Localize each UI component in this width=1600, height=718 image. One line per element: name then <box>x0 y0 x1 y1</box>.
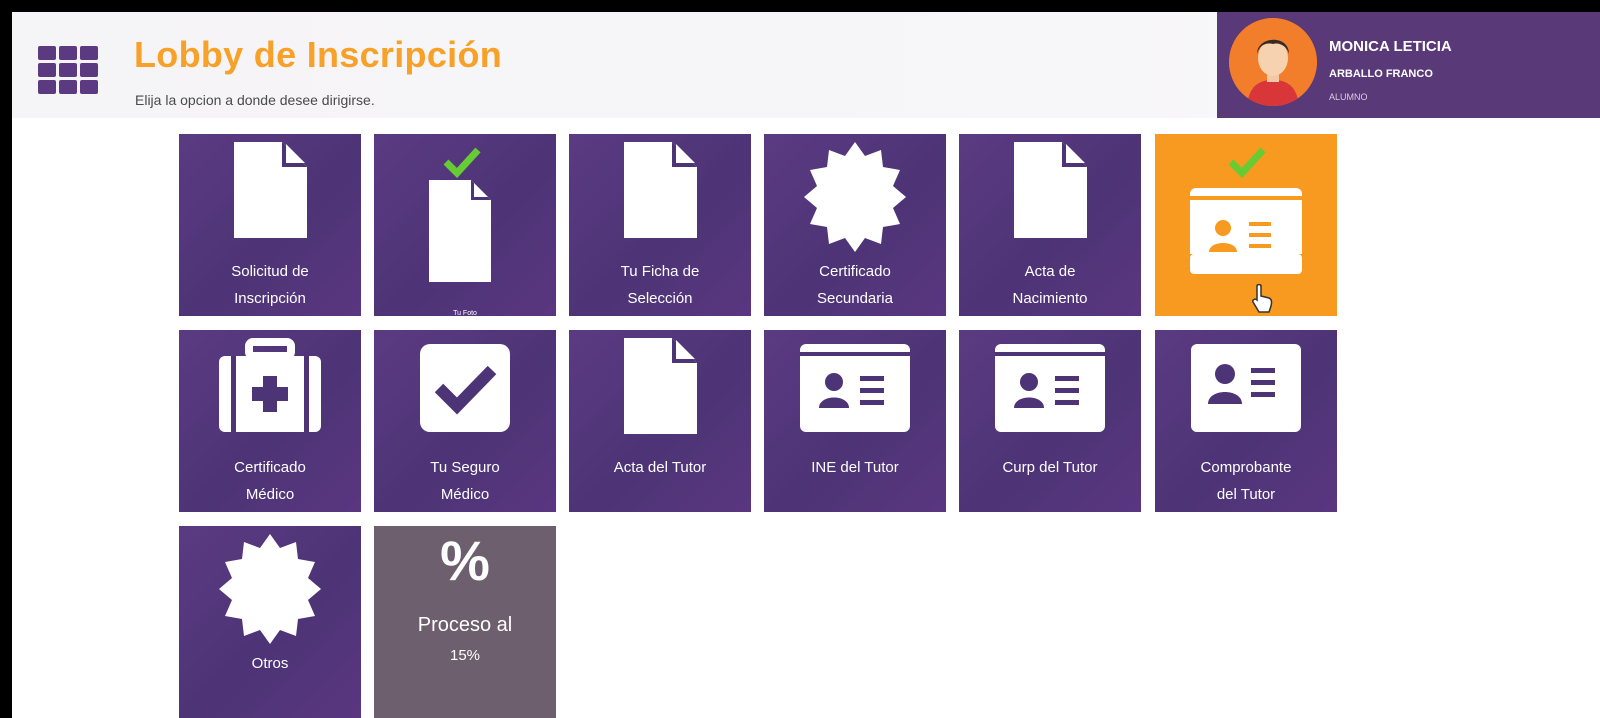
tile-label: Nacimiento <box>1012 290 1088 307</box>
tile-label: del Tutor <box>1216 486 1276 503</box>
tile-label: Acta del Tutor <box>613 459 707 476</box>
page-title: Lobby de Inscripción <box>134 34 503 75</box>
tile-label: Comprobante <box>1200 459 1292 476</box>
tile-ine-tutor[interactable]: INE del Tutor <box>764 330 946 512</box>
tile-acta-nacimiento[interactable]: Acta de Nacimiento <box>959 134 1141 316</box>
user-role: ALUMNO <box>1329 92 1368 102</box>
tile-certificado-medico[interactable]: Certificado Médico <box>179 330 361 512</box>
tile-ficha-seleccion[interactable]: Tu Ficha de Selección <box>569 134 751 316</box>
tile-label: Solicitud de <box>231 263 309 280</box>
document-icon <box>429 180 491 254</box>
page-subtitle: Elija la opcion a donde desee dirigirse. <box>135 92 375 108</box>
document-icon <box>1014 142 1087 238</box>
tile-id-card-selected[interactable] <box>1155 134 1337 316</box>
tile-label: INE del Tutor <box>811 459 899 476</box>
tile-label: Médico <box>440 486 490 503</box>
tile-label: Tu Seguro <box>430 459 500 476</box>
percent-icon: % <box>440 529 490 592</box>
cursor-hand-icon <box>1252 284 1273 313</box>
document-icon <box>624 142 697 238</box>
tile-label: Certificado <box>819 263 891 280</box>
tile-label: Otros <box>251 655 289 672</box>
user-avatar-icon <box>1229 18 1317 106</box>
tile-label: Acta de <box>1024 263 1076 280</box>
progress-value: 15% <box>449 647 481 664</box>
tile-label: Secundaria <box>817 290 893 307</box>
user-last-names: ARBALLO FRANCO <box>1329 68 1433 80</box>
user-profile[interactable]: MONICA LETICIA ARBALLO FRANCO ALUMNO <box>1217 12 1600 118</box>
tile-curp-tutor[interactable]: Curp del Tutor <box>959 330 1141 512</box>
tile-label: Inscripción <box>234 290 306 307</box>
progress-label: Proceso al <box>417 614 513 636</box>
tile-label: Tu Foto <box>453 310 477 317</box>
id-card-icon <box>800 344 910 432</box>
certificate-seal-icon <box>219 534 321 644</box>
document-icon <box>624 338 697 434</box>
id-card-details <box>1209 220 1271 252</box>
checkbox-icon <box>420 344 510 432</box>
tile-solicitud-inscripcion[interactable]: Solicitud de Inscripción <box>179 134 361 316</box>
apps-grid-icon[interactable] <box>38 46 98 96</box>
tile-progress[interactable]: % Proceso al 15% <box>374 526 556 718</box>
tile-comprobante-tutor[interactable]: Comprobante del Tutor <box>1155 330 1337 512</box>
header: Lobby de Inscripción Elija la opcion a d… <box>12 12 1600 118</box>
tile-label: Curp del Tutor <box>1002 459 1098 476</box>
document-icon <box>234 142 307 238</box>
user-first-names: MONICA LETICIA <box>1329 38 1452 55</box>
tile-label: Selección <box>627 290 693 307</box>
medical-kit-icon <box>219 338 321 432</box>
tile-tu-foto[interactable]: Tu Foto <box>374 134 556 317</box>
tile-label: Tu Ficha de <box>620 263 700 280</box>
id-card-icon <box>1191 344 1301 432</box>
tile-label: Médico <box>245 486 295 503</box>
document-icon-lower <box>429 254 491 282</box>
tile-otros[interactable]: Otros <box>179 526 361 718</box>
certificate-seal-icon <box>804 142 906 252</box>
avatar <box>1229 18 1317 106</box>
app-frame: Lobby de Inscripción Elija la opcion a d… <box>12 12 1600 718</box>
tile-certificado-secundaria[interactable]: Certificado Secundaria <box>764 134 946 316</box>
id-card-icon <box>995 344 1105 432</box>
tile-label: Certificado <box>234 459 306 476</box>
tile-acta-tutor[interactable]: Acta del Tutor <box>569 330 751 512</box>
tile-tu-seguro-medico[interactable]: Tu Seguro Médico <box>374 330 556 512</box>
